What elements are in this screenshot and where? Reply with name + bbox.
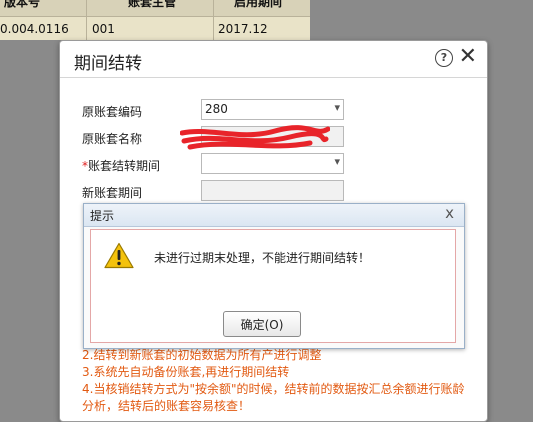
cell-supervisor[interactable]: 001 (92, 18, 192, 40)
source-name-label: 原账套名称 (82, 132, 143, 146)
close-icon[interactable]: ✕ (459, 44, 477, 70)
period-select[interactable]: ▾ (201, 153, 344, 174)
source-code-label: 原账套编码 (82, 105, 143, 119)
header-start-period: 启用期间 (234, 0, 283, 9)
column-separator (213, 0, 214, 40)
note-line: 3.系统先自动备份账套,再进行期间结转 (82, 365, 290, 379)
warning-icon (104, 242, 134, 269)
alert-title-bar: 提示 x (84, 204, 464, 227)
redaction-scribble (180, 125, 330, 150)
period-label: *账套结转期间 (82, 157, 160, 174)
period-label-text: 账套结转期间 (88, 159, 161, 173)
source-code-select[interactable]: 280 ▾ (201, 99, 344, 120)
column-separator (86, 0, 87, 40)
alert-message: 未进行过期末处理，不能进行期间结转！ (154, 251, 371, 265)
source-code-value: 280 (205, 102, 228, 116)
help-icon[interactable]: ? (435, 49, 453, 67)
dialog-title: 期间结转 (74, 54, 142, 74)
alert-body: 未进行过期末处理，不能进行期间结转！ 确定(O) (90, 229, 456, 343)
header-supervisor: 账套主管 (128, 0, 177, 9)
cell-start-period[interactable]: 2017.12 (218, 18, 308, 40)
chevron-down-icon: ▾ (334, 101, 340, 114)
note-line: 分析，结转后的账套容易核查！ (82, 399, 251, 413)
title-divider (60, 77, 487, 78)
new-period-field[interactable] (201, 180, 344, 201)
ok-button[interactable]: 确定(O) (223, 311, 301, 337)
new-period-label: 新账套期间 (82, 186, 143, 200)
cell-version[interactable]: 0.004.0116 (0, 18, 84, 40)
background-table: 版本号 账套主管 启用期间 0.004.0116 001 2017.12 (0, 0, 310, 40)
chevron-down-icon: ▾ (334, 155, 340, 168)
note-line: 4.当核销结转方式为"按余额"的时候，结转前的数据按汇总余额进行账龄 (82, 382, 465, 396)
close-icon[interactable]: x (445, 204, 454, 222)
source-name-field (180, 125, 344, 150)
header-version: 版本号 (4, 0, 41, 9)
alert-dialog: 提示 x 未进行过期末处理，不能进行期间结转！ 确定(O) (83, 203, 465, 349)
alert-title: 提示 (90, 209, 115, 223)
